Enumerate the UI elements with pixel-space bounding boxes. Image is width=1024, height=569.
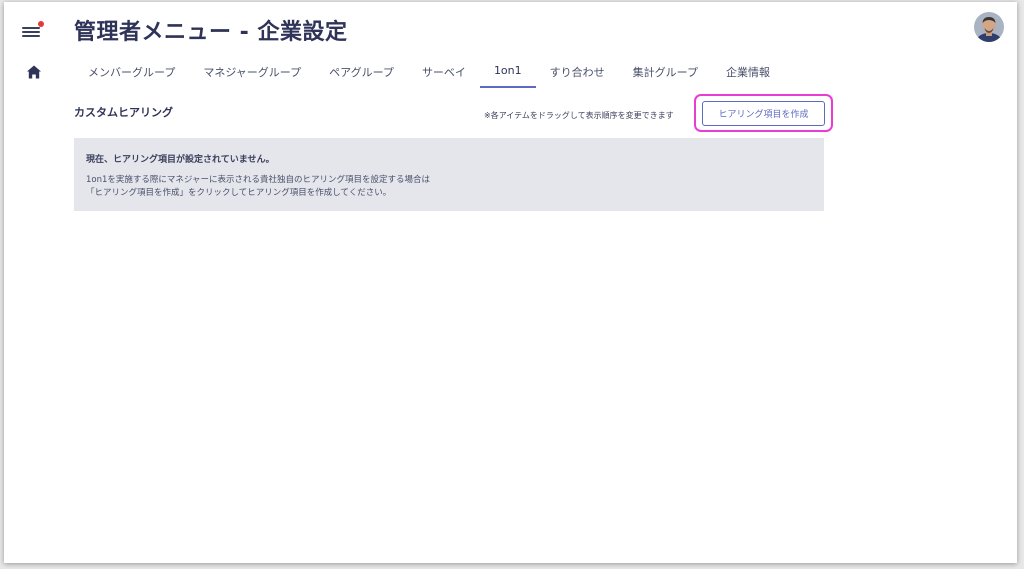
reorder-hint: ※各アイテムをドラッグして表示順序を変更できます [484, 111, 674, 120]
tab-1on1[interactable]: 1on1 [479, 60, 536, 88]
tab-member-group[interactable]: メンバーグループ [74, 60, 189, 88]
empty-state-line: 1on1を実施する際にマネジャーに表示される貴社独自のヒアリング項目を設定する場… [86, 175, 430, 185]
menu-bar [22, 35, 40, 37]
empty-state-title: 現在、ヒアリング項目が設定されていません。 [86, 155, 275, 165]
tab-company-info[interactable]: 企業情報 [712, 60, 784, 88]
create-hearing-item-button[interactable]: ヒアリング項目を作成 [702, 101, 825, 126]
empty-state-panel: 現在、ヒアリング項目が設定されていません。 1on1を実施する際にマネジャーに表… [74, 138, 824, 211]
settings-tabs: メンバーグループ マネジャーグループ ペアグループ サーベイ 1on1 すり合わ… [74, 60, 784, 88]
page-title: 管理者メニュー - 企業設定 [74, 20, 348, 45]
home-icon[interactable] [26, 64, 42, 80]
tab-survey[interactable]: サーベイ [408, 60, 480, 88]
notification-dot [38, 21, 44, 27]
section-title: カスタムヒアリング [74, 106, 173, 119]
empty-state-line: 「ヒアリング項目を作成」をクリックしてヒアリング項目を作成してください。 [86, 188, 392, 198]
tab-manager-group[interactable]: マネジャーグループ [189, 60, 315, 88]
hamburger-menu-icon[interactable] [22, 20, 44, 40]
tab-aggregation-group[interactable]: 集計グループ [619, 60, 712, 88]
menu-bar [22, 31, 40, 33]
menu-bar [22, 27, 40, 29]
app-window: 管理者メニュー - 企業設定 メンバーグループ マネジャーグループ ペアグループ… [4, 2, 1017, 563]
user-avatar[interactable] [974, 12, 1004, 42]
tab-pair-group[interactable]: ペアグループ [315, 60, 408, 88]
tab-alignment[interactable]: すり合わせ [536, 60, 619, 88]
